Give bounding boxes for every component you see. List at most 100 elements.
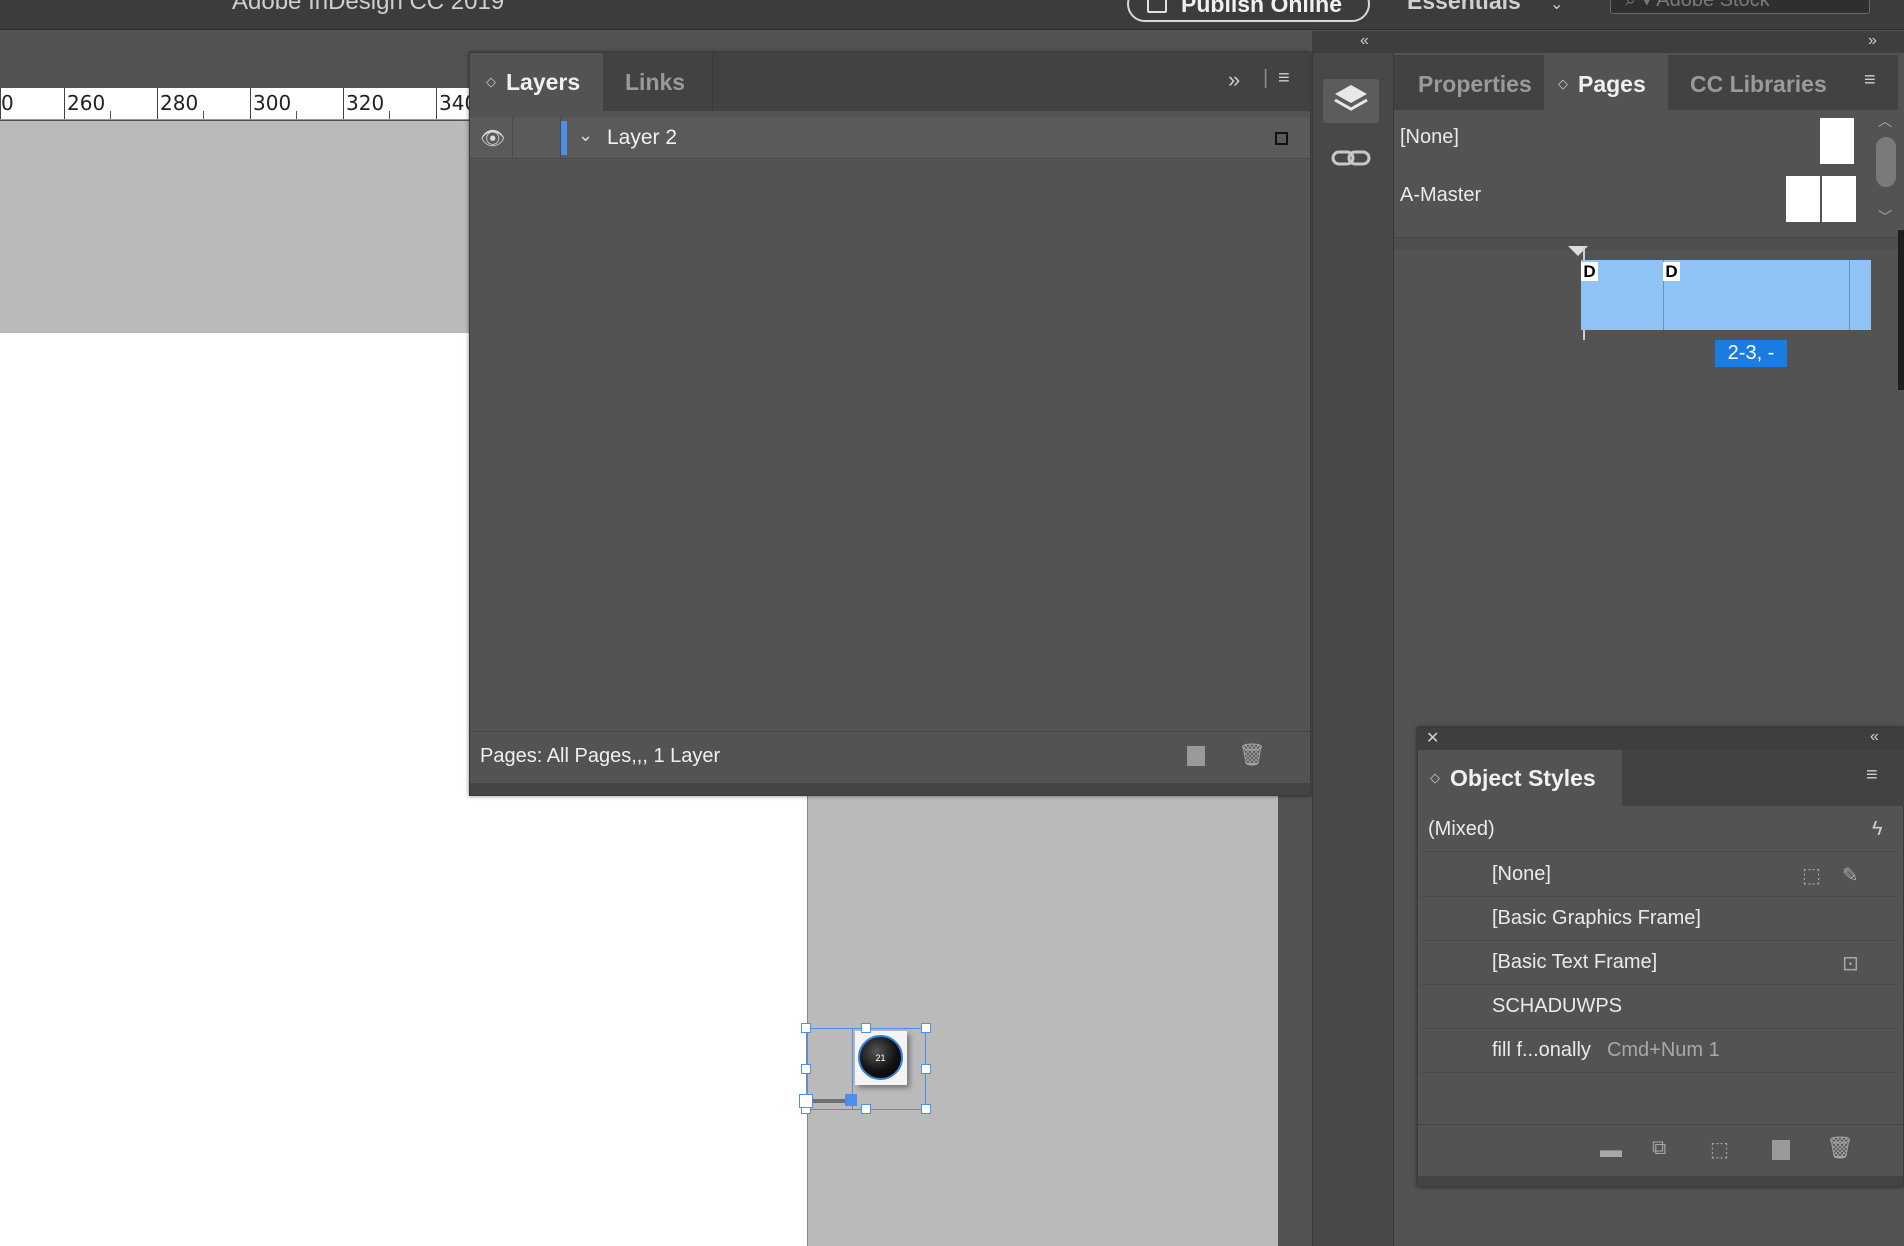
style-row[interactable]: [None] ⬚ ✎ (1420, 853, 1898, 897)
tab-properties[interactable]: Properties (1394, 55, 1544, 113)
adobe-stock-search-input[interactable]: ⌕ ▾ Adobe Stock (1610, 0, 1870, 14)
expand-panels-icon[interactable]: « (1360, 32, 1369, 50)
resize-handle[interactable] (801, 1064, 811, 1074)
spread-label[interactable]: 2-3, - (1715, 340, 1787, 367)
layers-panel-tabbar: ◇ Layers Links » | ≡ (470, 53, 1310, 111)
trash-icon[interactable]: 🗑 (1238, 742, 1266, 768)
pages-scrollbar[interactable]: ︿ ﹀ (1874, 113, 1898, 231)
collapse-panel-icon[interactable]: » (1228, 67, 1240, 93)
scroll-thumb[interactable] (1876, 137, 1896, 187)
resize-handle[interactable] (921, 1104, 931, 1114)
spread-thumbnail[interactable]: D D (1581, 260, 1871, 330)
thermostat-reading: 21 (875, 1052, 886, 1063)
ruler-tick (64, 88, 65, 119)
panel-resize-grip[interactable] (1418, 1176, 1903, 1186)
collapse-dock-icon[interactable]: » (1868, 32, 1877, 50)
layers-panel: ◇ Layers Links » | ≡ 👁 ⌄ Layer 2 Pages: … (469, 52, 1311, 796)
chevron-down-icon[interactable]: ⌄ (1550, 0, 1563, 14)
layers-panel-icon[interactable] (1323, 79, 1379, 123)
ruler-label: 300 (253, 91, 292, 115)
object-styles-panel: ✕ « ◇ Object Styles ≡ (Mixed) ϟ [None] ⬚… (1417, 727, 1904, 1187)
tab-pages[interactable]: ◇ Pages (1544, 55, 1668, 113)
panel-menu-icon[interactable]: ≡ (1864, 69, 1876, 92)
collapse-panel-icon[interactable]: « (1870, 728, 1879, 746)
tab-cc-libraries[interactable]: CC Libraries (1668, 55, 1832, 113)
dock-edge (1898, 230, 1904, 390)
visibility-eye-icon[interactable]: 👁 (480, 126, 505, 151)
layer-name[interactable]: Layer 2 (607, 126, 677, 150)
tab-pages-label: Pages (1578, 70, 1646, 97)
scroll-down-icon[interactable]: ﹀ (1878, 207, 1892, 227)
horizontal-ruler[interactable]: 0 260 280 300 320 340 (0, 88, 470, 120)
page-master-prefix: D (1581, 262, 1598, 281)
ruler-tick (343, 88, 344, 119)
tab-layers[interactable]: ◇ Layers (470, 53, 603, 111)
close-icon[interactable]: ✕ (1426, 728, 1439, 748)
link-chain-icon (1331, 150, 1371, 166)
style-row[interactable]: SCHADUWPS (1420, 985, 1898, 1029)
scroll-up-icon[interactable]: ︿ (1878, 111, 1892, 131)
style-row[interactable]: [Basic Text Frame] ⊡ (1420, 941, 1898, 985)
anchor-handle[interactable] (799, 1094, 813, 1108)
resize-handle[interactable] (801, 1023, 811, 1033)
style-row[interactable]: [Basic Graphics Frame] (1420, 897, 1898, 941)
no-edit-icon: ✎ (1842, 865, 1859, 887)
resize-handle[interactable] (861, 1104, 871, 1114)
new-layer-icon[interactable] (1187, 746, 1205, 766)
master-a-left-thumbnail[interactable] (1786, 176, 1820, 222)
style-row[interactable]: fill f...onally Cmd+Num 1 (1420, 1029, 1898, 1073)
master-row-a[interactable]: A-Master (1394, 168, 1874, 230)
ruler-minor-tick (296, 111, 297, 119)
resize-handle[interactable] (921, 1064, 931, 1074)
style-name: [None] (1492, 863, 1551, 885)
chevron-down-icon[interactable]: ⌄ (578, 125, 593, 146)
tab-object-styles[interactable]: ◇ Object Styles (1418, 750, 1622, 806)
panel-menu-icon[interactable]: ≡ (1866, 764, 1878, 787)
search-icon: ⌕ ▾ (1625, 0, 1657, 11)
tab-links[interactable]: Links (603, 53, 713, 111)
layers-stack-icon (1334, 85, 1368, 111)
clear-overrides-icon[interactable]: ⧉ (1652, 1137, 1666, 1160)
publish-online-button[interactable]: Publish Online (1127, 0, 1370, 22)
style-shortcut: Cmd+Num 1 (1606, 1039, 1720, 1061)
object-styles-tabbar: ◇ Object Styles ≡ (1418, 750, 1904, 806)
ruler-label: 260 (67, 91, 106, 115)
panel-menu-icon[interactable]: ≡ (1278, 67, 1290, 90)
anchor-point[interactable] (845, 1094, 857, 1106)
ruler-tick (436, 88, 437, 119)
vertical-scrollbar[interactable] (1278, 796, 1312, 1246)
trash-icon[interactable]: 🗑 (1826, 1135, 1854, 1161)
ruler-label: 340 (439, 91, 470, 115)
strip-header: « (1312, 31, 1394, 53)
master-none-thumbnail[interactable] (1820, 118, 1854, 164)
new-style-icon[interactable] (1772, 1140, 1790, 1160)
master-row-none[interactable]: [None] (1394, 110, 1874, 168)
divider (1394, 238, 1898, 250)
folder-icon[interactable]: ▬ (1600, 1137, 1622, 1163)
layer-color-swatch (561, 121, 567, 155)
pages-spread-area[interactable]: D D 2-3, - (1394, 237, 1898, 717)
panel-resize-grip[interactable] (470, 783, 1310, 795)
links-panel-icon[interactable] (1323, 140, 1379, 176)
updown-icon: ◇ (1558, 76, 1568, 91)
lightning-icon[interactable]: ϟ (1872, 818, 1883, 841)
resize-handle[interactable] (921, 1023, 931, 1033)
master-none-label: [None] (1400, 126, 1459, 148)
layer-row[interactable]: 👁 ⌄ Layer 2 (470, 117, 1310, 159)
pasteboard[interactable] (807, 796, 1278, 1246)
publish-online-label: Publish Online (1181, 0, 1343, 17)
resize-handle[interactable] (861, 1023, 871, 1033)
layer-selection-square[interactable] (1275, 132, 1288, 145)
pasteboard[interactable] (0, 121, 470, 333)
frame-icon: ⬚ (1802, 865, 1821, 887)
tab-object-styles-label: Object Styles (1450, 764, 1596, 791)
tab-links-label: Links (625, 68, 686, 95)
master-a-right-thumbnail[interactable] (1822, 176, 1856, 222)
text-frame-icon: ⊡ (1842, 953, 1859, 975)
clear-attributes-icon[interactable]: ⬚ (1710, 1137, 1729, 1162)
app-title: Adobe InDesign CC 2019 (232, 0, 505, 15)
style-name: [Basic Graphics Frame] (1492, 907, 1701, 929)
workspace-switcher[interactable]: Essentials (1407, 0, 1521, 15)
ruler-label: 320 (346, 91, 385, 115)
style-name: fill f...onally (1492, 1039, 1591, 1061)
